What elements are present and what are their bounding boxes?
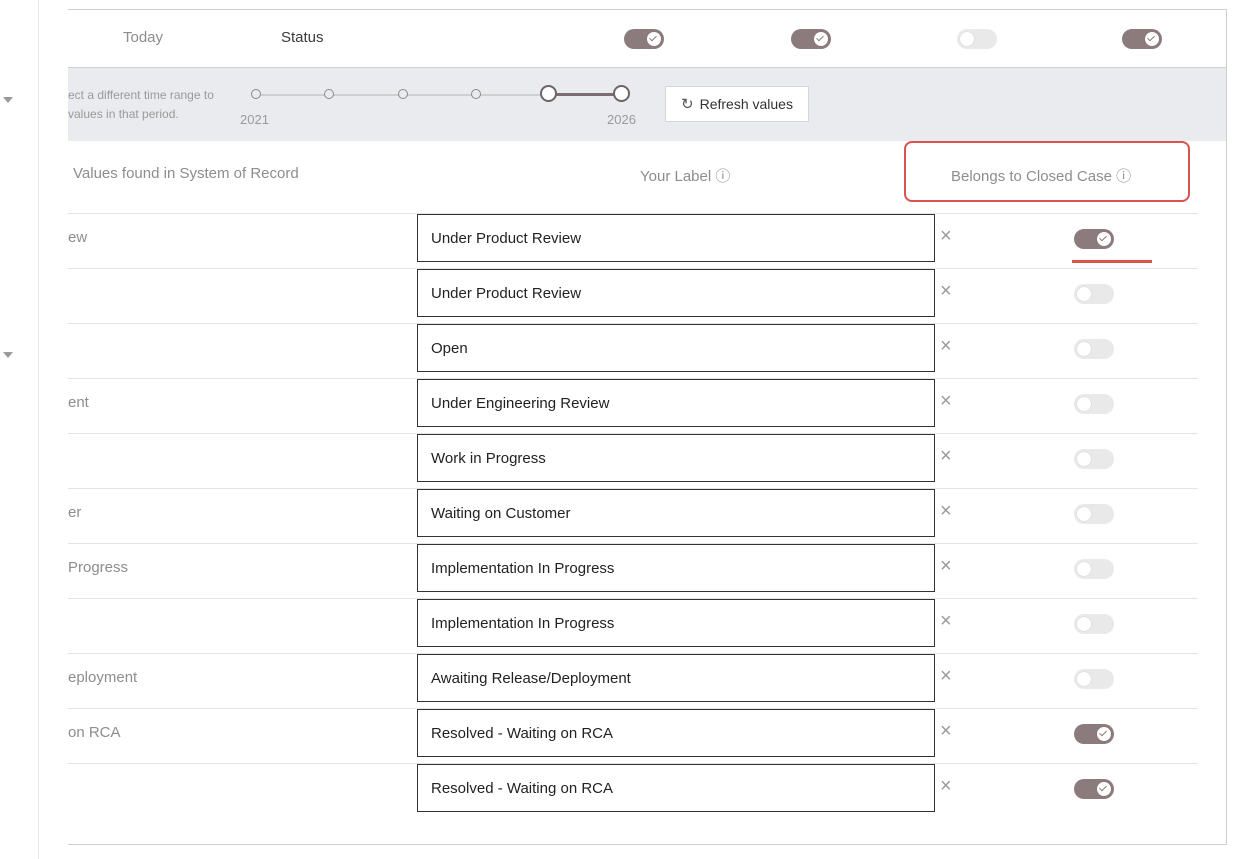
closed-case-toggle[interactable] [1074, 779, 1114, 799]
source-value: ent [68, 394, 89, 411]
slider-stop[interactable] [471, 89, 481, 99]
toggle-knob [1077, 617, 1091, 631]
clear-icon[interactable]: × [940, 281, 952, 301]
your-label-input[interactable] [417, 709, 935, 757]
clear-icon[interactable]: × [940, 611, 952, 631]
table-row: ent × [68, 378, 1198, 428]
header-toggle[interactable] [791, 29, 831, 49]
source-value: Progress [68, 559, 129, 576]
toggle-knob [1097, 727, 1111, 741]
table-row: on RCA × [68, 708, 1198, 758]
clear-icon[interactable]: × [940, 556, 952, 576]
column-header-your-label: Your Label ⓘ [640, 168, 731, 185]
time-slider-range [549, 93, 621, 96]
left-rail [0, 0, 39, 859]
closed-case-toggle[interactable] [1074, 284, 1114, 304]
closed-case-toggle[interactable] [1074, 229, 1114, 249]
source-value: ew [68, 229, 88, 246]
toggle-knob [1097, 782, 1111, 796]
clear-icon[interactable]: × [940, 446, 952, 466]
clear-icon[interactable]: × [940, 391, 952, 411]
column-header-source: Values found in System of Record [73, 165, 299, 182]
table-row: eployment × [68, 653, 1198, 703]
refresh-values-button[interactable]: ↻ Refresh values [665, 86, 809, 122]
year-start: 2021 [240, 112, 269, 127]
closed-case-toggle[interactable] [1074, 559, 1114, 579]
closed-case-toggle[interactable] [1074, 504, 1114, 524]
closed-case-toggle[interactable] [1074, 339, 1114, 359]
header-toggle[interactable] [1122, 29, 1162, 49]
toggle-knob [1077, 672, 1091, 686]
time-range-hint: ect a different time range to values in … [68, 88, 214, 121]
slider-stop[interactable] [324, 89, 334, 99]
table-row: × [68, 323, 1198, 373]
toggle-knob [1077, 452, 1091, 466]
clear-icon[interactable]: × [940, 776, 952, 796]
today-label: Today [123, 29, 164, 46]
your-label-input[interactable] [417, 544, 935, 592]
refresh-icon: ↻ [681, 96, 694, 113]
your-label-input[interactable] [417, 379, 935, 427]
toggle-knob [1077, 397, 1091, 411]
chevron-down-icon[interactable] [3, 352, 13, 358]
time-range-bar: ect a different time range to values in … [68, 68, 1226, 141]
slider-handle-end[interactable] [613, 85, 630, 102]
header-toggle[interactable] [957, 29, 997, 49]
header-toggle[interactable] [624, 29, 664, 49]
source-value: er [68, 504, 82, 521]
your-label-input[interactable] [417, 764, 935, 812]
toggle-knob [1077, 287, 1091, 301]
table-row: × [68, 763, 1198, 813]
clear-icon[interactable]: × [940, 336, 952, 356]
table-row: er × [68, 488, 1198, 538]
year-end: 2026 [607, 112, 636, 127]
status-mapping-panel: Today Status ect a different time range … [68, 9, 1227, 845]
toggle-knob [1077, 507, 1091, 521]
slider-stop[interactable] [251, 89, 261, 99]
your-label-input[interactable] [417, 489, 935, 537]
toggle-knob [1077, 342, 1091, 356]
closed-case-toggle[interactable] [1074, 724, 1114, 744]
table-row: × [68, 268, 1198, 318]
your-label-input[interactable] [417, 434, 935, 482]
your-label-input[interactable] [417, 324, 935, 372]
clear-icon[interactable]: × [940, 666, 952, 686]
closed-case-toggle[interactable] [1074, 449, 1114, 469]
clear-icon[interactable]: × [940, 721, 952, 741]
toggle-knob [1097, 232, 1111, 246]
chevron-down-icon[interactable] [3, 97, 13, 103]
clear-icon[interactable]: × [940, 501, 952, 521]
source-value: on RCA [68, 724, 121, 741]
your-label-input[interactable] [417, 599, 935, 647]
toggle-knob [1077, 562, 1091, 576]
closed-case-toggle[interactable] [1074, 669, 1114, 689]
slider-handle-start[interactable] [540, 85, 557, 102]
your-label-input[interactable] [417, 269, 935, 317]
slider-stop[interactable] [398, 89, 408, 99]
table-row: Progress × [68, 543, 1198, 593]
field-header-row: Today Status [68, 10, 1226, 68]
source-value: eployment [68, 669, 138, 686]
closed-toggle-underline [1072, 260, 1152, 263]
your-label-input[interactable] [417, 654, 935, 702]
table-row: × [68, 598, 1198, 648]
closed-case-highlight [904, 141, 1190, 202]
closed-case-toggle[interactable] [1074, 394, 1114, 414]
closed-case-toggle[interactable] [1074, 614, 1114, 634]
your-label-input[interactable] [417, 214, 935, 262]
table-row: × [68, 433, 1198, 483]
clear-icon[interactable]: × [940, 226, 952, 246]
table-row: ew × [68, 213, 1198, 263]
status-label: Status [281, 29, 324, 46]
